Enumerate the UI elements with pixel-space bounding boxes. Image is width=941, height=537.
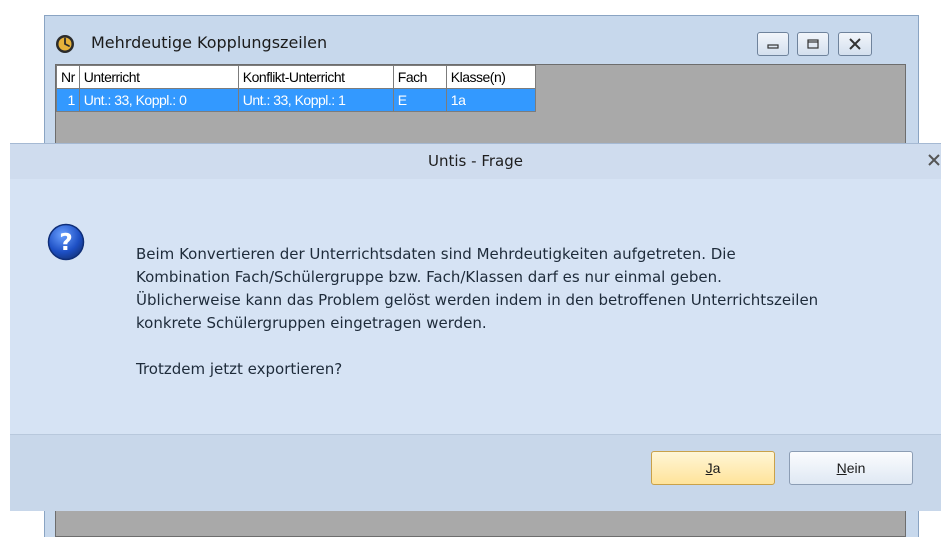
- window-title: Mehrdeutige Kopplungszeilen: [91, 33, 328, 52]
- question-dialog: Untis - Frage ? Beim Konvertieren der Un…: [10, 143, 941, 511]
- message-line: Üblicherweise kann das Problem gelöst we…: [136, 291, 819, 309]
- cell-konflikt[interactable]: Unt.: 33, Koppl.: 1: [237, 88, 394, 112]
- dialog-question: Trotzdem jetzt exportieren?: [136, 360, 343, 378]
- app-clock-icon: [56, 35, 74, 53]
- dialog-message: Beim Konvertieren der Unterrichtsdaten s…: [136, 243, 936, 381]
- cell-unterricht[interactable]: Unt.: 33, Koppl.: 0: [78, 88, 239, 112]
- cell-klassen[interactable]: 1a: [445, 88, 536, 112]
- dialog-footer: Ja Nein: [10, 435, 941, 511]
- kopplung-table: Nr Unterricht Konflikt-Unterricht Fach K…: [56, 65, 536, 112]
- dialog-body: ? Beim Konvertieren der Unterrichtsdaten…: [10, 179, 941, 434]
- maximize-icon: [807, 39, 819, 49]
- maximize-button[interactable]: [797, 32, 829, 56]
- column-header-klassen[interactable]: Klasse(n): [445, 65, 536, 89]
- column-header-konflikt[interactable]: Konflikt-Unterricht: [237, 65, 394, 89]
- close-icon: [849, 38, 861, 50]
- table-row[interactable]: 1 Unt.: 33, Koppl.: 0 Unt.: 33, Koppl.: …: [56, 88, 536, 112]
- cell-nr[interactable]: 1: [56, 88, 80, 112]
- table-header-row: Nr Unterricht Konflikt-Unterricht Fach K…: [56, 65, 536, 89]
- dialog-close-button[interactable]: [927, 153, 941, 169]
- no-mnemonic: N: [836, 460, 847, 476]
- dialog-title: Untis - Frage: [428, 152, 523, 170]
- minimize-icon: [767, 44, 779, 49]
- window-titlebar[interactable]: Mehrdeutige Kopplungszeilen: [45, 16, 918, 62]
- message-line: konkrete Schülergruppen eingetragen werd…: [136, 314, 487, 332]
- svg-text:?: ?: [59, 230, 72, 256]
- yes-mnemonic: J: [705, 460, 713, 476]
- dialog-titlebar[interactable]: Untis - Frage: [10, 144, 941, 179]
- close-icon: [928, 154, 940, 166]
- yes-label: a: [712, 460, 721, 476]
- no-label: ein: [846, 460, 866, 476]
- no-button[interactable]: Nein: [789, 451, 913, 485]
- yes-button[interactable]: Ja: [651, 451, 775, 485]
- close-button[interactable]: [838, 32, 872, 56]
- cell-fach[interactable]: E: [392, 88, 447, 112]
- question-icon: ?: [47, 223, 85, 261]
- minimize-button[interactable]: [757, 32, 789, 56]
- column-header-nr[interactable]: Nr: [56, 65, 80, 89]
- message-line: Kombination Fach/Schülergruppe bzw. Fach…: [136, 268, 722, 286]
- column-header-fach[interactable]: Fach: [392, 65, 447, 89]
- message-line: Beim Konvertieren der Unterrichtsdaten s…: [136, 245, 736, 263]
- column-header-unterricht[interactable]: Unterricht: [78, 65, 239, 89]
